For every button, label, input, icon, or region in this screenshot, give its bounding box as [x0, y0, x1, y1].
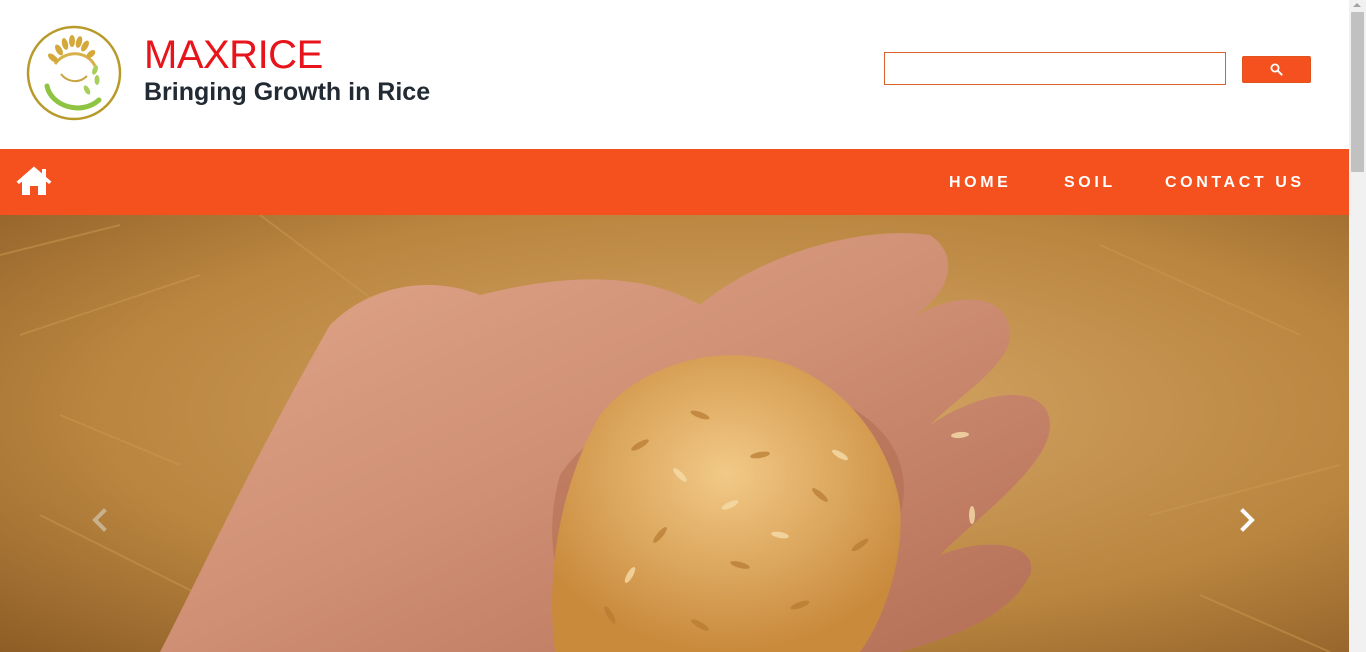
search-button[interactable]	[1242, 56, 1311, 83]
search-icon	[1270, 63, 1283, 76]
chevron-right-icon	[1240, 508, 1255, 532]
search-input[interactable]	[884, 52, 1226, 85]
site-header: MAXRICE Bringing Growth in Rice	[0, 0, 1349, 149]
scroll-up-arrow-icon[interactable]	[1353, 3, 1361, 7]
home-icon[interactable]	[16, 166, 52, 197]
page: MAXRICE Bringing Growth in Rice HOME SOI…	[0, 0, 1366, 652]
rice-wreath-logo[interactable]	[25, 24, 123, 122]
chevron-left-icon	[92, 508, 107, 532]
hero-carousel	[0, 215, 1349, 652]
hand-holding-rice-grains-image	[0, 215, 1349, 652]
brand-tagline: Bringing Growth in Rice	[144, 78, 431, 106]
carousel-prev-button[interactable]	[88, 508, 112, 532]
nav-link-contact-us[interactable]: CONTACT US	[1165, 173, 1305, 193]
vertical-scrollbar[interactable]	[1349, 0, 1366, 652]
scrollbar-thumb[interactable]	[1351, 12, 1364, 172]
nav-link-soil[interactable]: SOIL	[1064, 173, 1116, 193]
carousel-next-button[interactable]	[1235, 508, 1259, 532]
nav-link-home[interactable]: HOME	[949, 173, 1011, 193]
brand-title[interactable]: MAXRICE	[144, 33, 323, 77]
main-navbar: HOME SOIL CONTACT US	[0, 149, 1349, 215]
